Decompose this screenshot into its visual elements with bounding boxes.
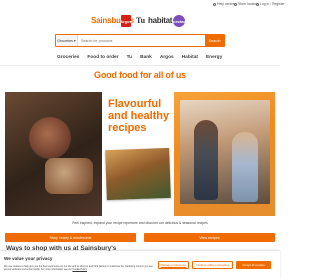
food-loaf-image bbox=[45, 158, 93, 194]
cookie-buttons: Manage preferences Continue without acce… bbox=[158, 261, 271, 269]
cookie-banner: We value your privacy We use cookies to … bbox=[0, 251, 280, 280]
tu-logo[interactable]: Tu bbox=[136, 16, 145, 25]
view-recipes-button[interactable]: View recipes bbox=[144, 233, 275, 242]
habitat-logo[interactable]: habitat bbox=[148, 16, 172, 25]
help-centre-link[interactable]: Help centre bbox=[213, 2, 234, 6]
continue-without-accepting-button[interactable]: Continue without accepting bbox=[192, 261, 233, 269]
nav-item-bank[interactable]: Bank bbox=[140, 55, 152, 60]
hero-family-image[interactable] bbox=[174, 92, 275, 216]
brand-bar: Sainsbury's Argos Tu habitat nectar bbox=[0, 13, 280, 33]
nav-item-argos[interactable]: Argos bbox=[160, 55, 174, 60]
search-button[interactable]: Search bbox=[205, 35, 224, 46]
utility-bar: Help centre Store locator Log in / Regis… bbox=[0, 0, 285, 9]
nav-item-energy[interactable]: Energy bbox=[206, 55, 222, 60]
nav-item-food-to-order[interactable]: Food to order bbox=[87, 55, 118, 60]
cookie-title: We value your privacy bbox=[4, 256, 53, 261]
family-kitchen-photo bbox=[180, 100, 270, 204]
hero-food-image[interactable] bbox=[5, 92, 102, 216]
nectar-logo[interactable]: nectar bbox=[173, 15, 185, 27]
hero-cta-row: Shop hearty & wholesome View recipes bbox=[5, 233, 275, 242]
chevron-down-icon: ▾ bbox=[73, 38, 76, 43]
help-icon bbox=[213, 2, 216, 6]
manage-preferences-button[interactable]: Manage preferences bbox=[158, 261, 189, 269]
main-nav: Groceries Food to order Tu Bank Argos Ha… bbox=[57, 55, 222, 60]
nav-item-groceries[interactable]: Groceries bbox=[57, 55, 79, 60]
store-locator-link[interactable]: Store locator bbox=[234, 2, 257, 6]
search-category-select[interactable]: Groceries ▾ bbox=[56, 35, 78, 46]
hero-recipe-panel[interactable]: Flavourful and healthy recipes bbox=[102, 92, 174, 216]
argos-logo[interactable]: Argos bbox=[120, 15, 132, 27]
nav-item-habitat[interactable]: Habitat bbox=[182, 55, 198, 60]
hero-title: Flavourful and healthy recipes bbox=[108, 98, 170, 134]
cookie-policy-link[interactable]: Cookie Policy bbox=[72, 268, 86, 271]
accept-all-cookies-button[interactable]: Accept all cookies bbox=[236, 261, 271, 269]
search-bar: Groceries ▾ Search bbox=[55, 34, 225, 47]
nav-divider bbox=[0, 65, 280, 66]
location-icon bbox=[234, 2, 237, 6]
person-figure bbox=[194, 120, 218, 200]
recipe-food-image bbox=[105, 147, 171, 201]
person-figure bbox=[232, 132, 258, 202]
search-input[interactable] bbox=[78, 35, 205, 46]
user-icon bbox=[256, 2, 259, 6]
shop-wholesome-button[interactable]: Shop hearty & wholesome bbox=[5, 233, 136, 242]
login-link[interactable]: Log in / Register bbox=[256, 2, 285, 6]
nav-item-tu[interactable]: Tu bbox=[127, 55, 133, 60]
food-plate-image bbox=[29, 117, 71, 159]
hero-subtext: Feel inspired, expand your recipe repert… bbox=[72, 221, 208, 225]
page-headline: Good food for all of us bbox=[94, 70, 186, 80]
cookie-body: We use cookies to help give you the best… bbox=[4, 265, 153, 272]
